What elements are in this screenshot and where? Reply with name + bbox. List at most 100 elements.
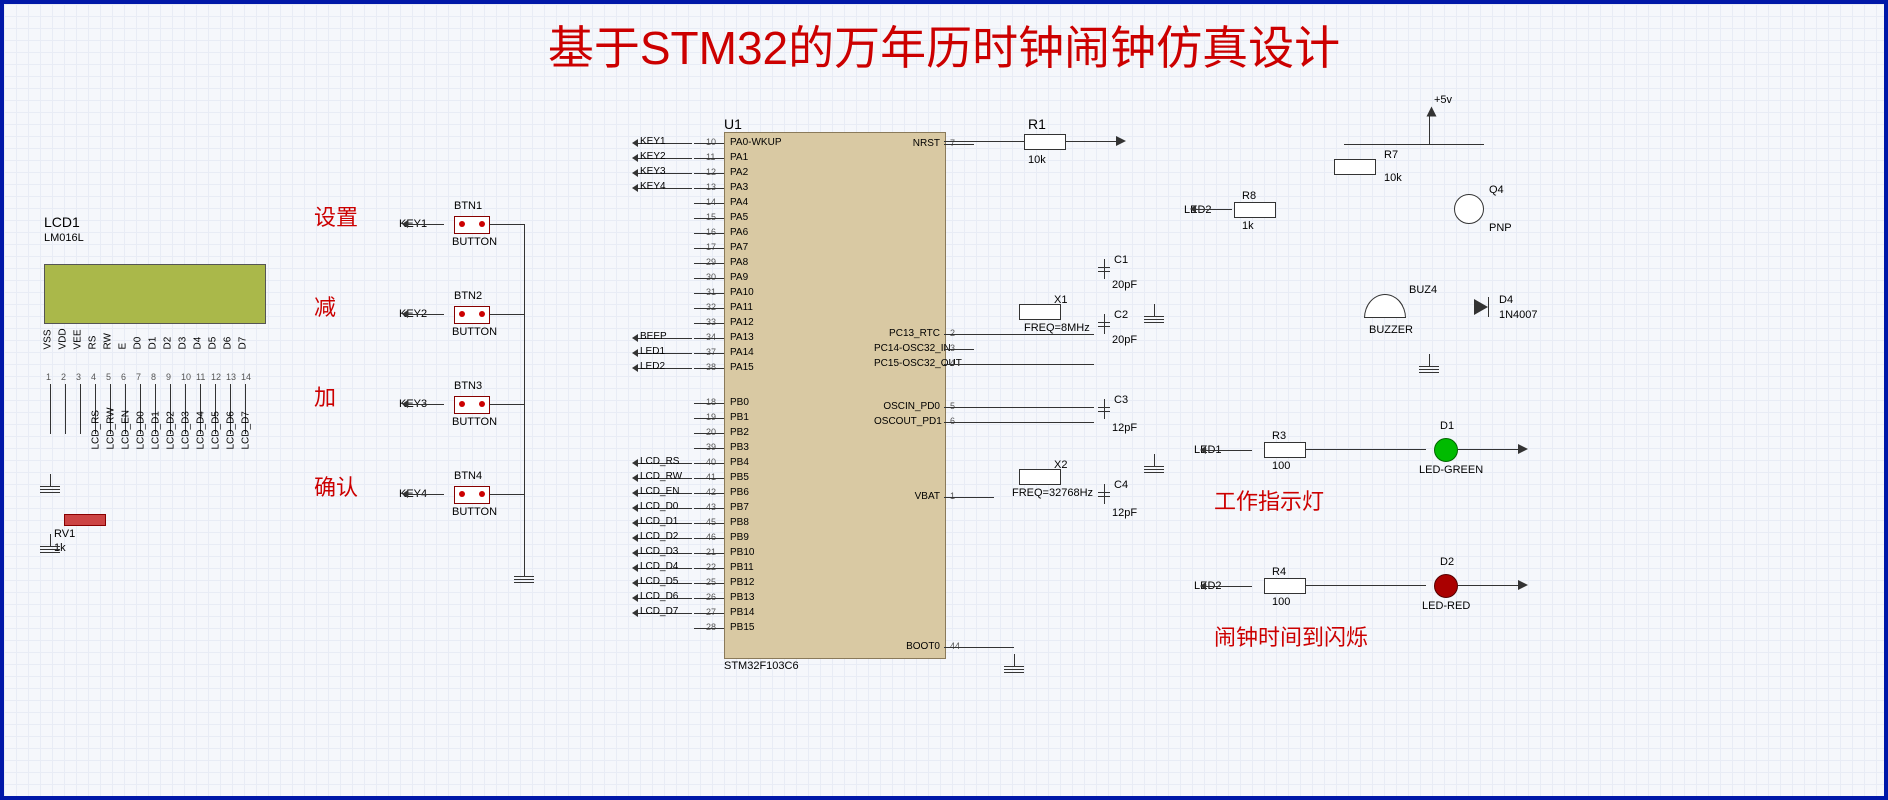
wire bbox=[944, 334, 974, 335]
mcu-pin-name: PA7 bbox=[730, 242, 748, 253]
button-btn4 bbox=[454, 486, 490, 504]
x2-val: FREQ=32768Hz bbox=[1012, 487, 1093, 499]
wire bbox=[944, 497, 974, 498]
wire bbox=[1458, 449, 1518, 450]
mcu-pin-num: 42 bbox=[706, 487, 716, 497]
cap-c1 bbox=[1104, 259, 1105, 279]
mcu-net-label: LCD_RW bbox=[640, 471, 682, 482]
lcd-pin-num: 6 bbox=[121, 372, 126, 382]
d2-val: LED-RED bbox=[1422, 600, 1470, 612]
lcd-pin-label: VSS bbox=[43, 329, 54, 349]
wire bbox=[974, 407, 1094, 408]
mcu-pin-num: 43 bbox=[706, 502, 716, 512]
mcu-net-label: LCD_D5 bbox=[640, 576, 678, 587]
mcu-pin-name: PB15 bbox=[730, 622, 754, 633]
lcd-net-label: LCD_D6 bbox=[226, 411, 237, 449]
wire bbox=[694, 553, 724, 554]
wire bbox=[524, 224, 525, 564]
wire bbox=[490, 404, 524, 405]
mcu-pin-num: 20 bbox=[706, 427, 716, 437]
mcu-pin-name: PB7 bbox=[730, 502, 749, 513]
wire bbox=[944, 364, 974, 365]
mcu-pin-num: 16 bbox=[706, 227, 716, 237]
button-ref: BTN1 bbox=[454, 200, 482, 212]
mcu-pin-name: PA5 bbox=[730, 212, 748, 223]
wire bbox=[1429, 114, 1430, 144]
mcu-pin-num: 37 bbox=[706, 347, 716, 357]
mcu-pin-num: 5 bbox=[950, 401, 955, 411]
button-part: BUTTON bbox=[452, 506, 497, 518]
wire bbox=[694, 568, 724, 569]
mcu-pin-num: 32 bbox=[706, 302, 716, 312]
mcu-pin-name: OSCIN_PD0 bbox=[874, 401, 940, 412]
mcu-net-label: BEEP bbox=[640, 331, 667, 342]
button-caption: 减 bbox=[314, 290, 336, 322]
mcu-pin-name: PB6 bbox=[730, 487, 749, 498]
mcu-pin-name: PB0 bbox=[730, 397, 749, 408]
mcu-pin-name: PB13 bbox=[730, 592, 754, 603]
mcu-pin-num: 4 bbox=[950, 358, 955, 368]
lcd-pin-num: 11 bbox=[196, 372, 205, 382]
mcu-pin-num: 33 bbox=[706, 317, 716, 327]
wire bbox=[694, 463, 724, 464]
wire bbox=[944, 647, 974, 648]
mcu-pin-num: 17 bbox=[706, 242, 716, 252]
wire bbox=[50, 384, 51, 434]
wire bbox=[1344, 144, 1484, 145]
c1-ref: C1 bbox=[1114, 254, 1128, 266]
mcu-pin-name: PA13 bbox=[730, 332, 754, 343]
mcu-pin-name: PB11 bbox=[730, 562, 754, 573]
lcd-pin-label: D3 bbox=[178, 337, 189, 350]
mcu-part: STM32F103C6 bbox=[724, 660, 799, 672]
mcu-pin-num: 1 bbox=[950, 491, 955, 501]
lcd-net-label: LCD_D0 bbox=[136, 411, 147, 449]
lcd-pin-label: D6 bbox=[223, 337, 234, 350]
button-caption: 确认 bbox=[314, 470, 358, 502]
mcu-net-label: LCD_D7 bbox=[640, 606, 678, 617]
mcu-pin-num: 22 bbox=[706, 562, 716, 572]
mcu-pin-name: PB8 bbox=[730, 517, 749, 528]
d4-ref: D4 bbox=[1499, 294, 1513, 306]
resistor-r3 bbox=[1264, 442, 1306, 458]
transistor-q4 bbox=[1454, 194, 1484, 224]
mcu-pin-name: PA12 bbox=[730, 317, 754, 328]
wire bbox=[694, 508, 724, 509]
wire bbox=[80, 384, 81, 434]
wire bbox=[490, 494, 524, 495]
mcu-pin-name: PA11 bbox=[730, 302, 753, 313]
mcu-pin-name: PA2 bbox=[730, 167, 748, 178]
mcu-pin-name: PA4 bbox=[730, 197, 748, 208]
resistor-r7 bbox=[1334, 159, 1376, 175]
wire bbox=[974, 497, 994, 498]
mcu-pin-name: PA15 bbox=[730, 362, 754, 373]
cap-c2 bbox=[1104, 314, 1105, 334]
mcu-pin-num: 21 bbox=[706, 547, 716, 557]
c1-val: 20pF bbox=[1112, 279, 1137, 291]
wire bbox=[694, 583, 724, 584]
net-label bbox=[404, 494, 444, 495]
r1-val: 10k bbox=[1028, 154, 1046, 166]
mcu-pin-name: PB2 bbox=[730, 427, 749, 438]
mcu-pin-num: 40 bbox=[706, 457, 716, 467]
mcu-pin-name: PA10 bbox=[730, 287, 754, 298]
r7-ref: R7 bbox=[1384, 149, 1398, 161]
lcd-pin-num: 4 bbox=[91, 372, 96, 382]
lcd-pin-num: 9 bbox=[166, 372, 171, 382]
led-d1 bbox=[1434, 438, 1458, 462]
wire bbox=[490, 224, 524, 225]
net-label bbox=[1192, 209, 1232, 210]
mcu-pin-num: 26 bbox=[706, 592, 716, 602]
net-label bbox=[404, 314, 444, 315]
mcu-pin-name: PA1 bbox=[730, 152, 748, 163]
q4-ref: Q4 bbox=[1489, 184, 1504, 196]
wire bbox=[694, 248, 724, 249]
wire bbox=[694, 278, 724, 279]
resistor-r1 bbox=[1024, 134, 1066, 150]
resistor-r8 bbox=[1234, 202, 1276, 218]
wire bbox=[694, 353, 724, 354]
mcu-pin-num: 18 bbox=[706, 397, 716, 407]
lcd-pin-num: 7 bbox=[136, 372, 141, 382]
button-btn1 bbox=[454, 216, 490, 234]
mcu-pin-num: 38 bbox=[706, 362, 716, 372]
schematic-canvas: 基于STM32的万年历时钟闹钟仿真设计 LCD1 LM016L VSS1VDD2… bbox=[0, 0, 1888, 800]
